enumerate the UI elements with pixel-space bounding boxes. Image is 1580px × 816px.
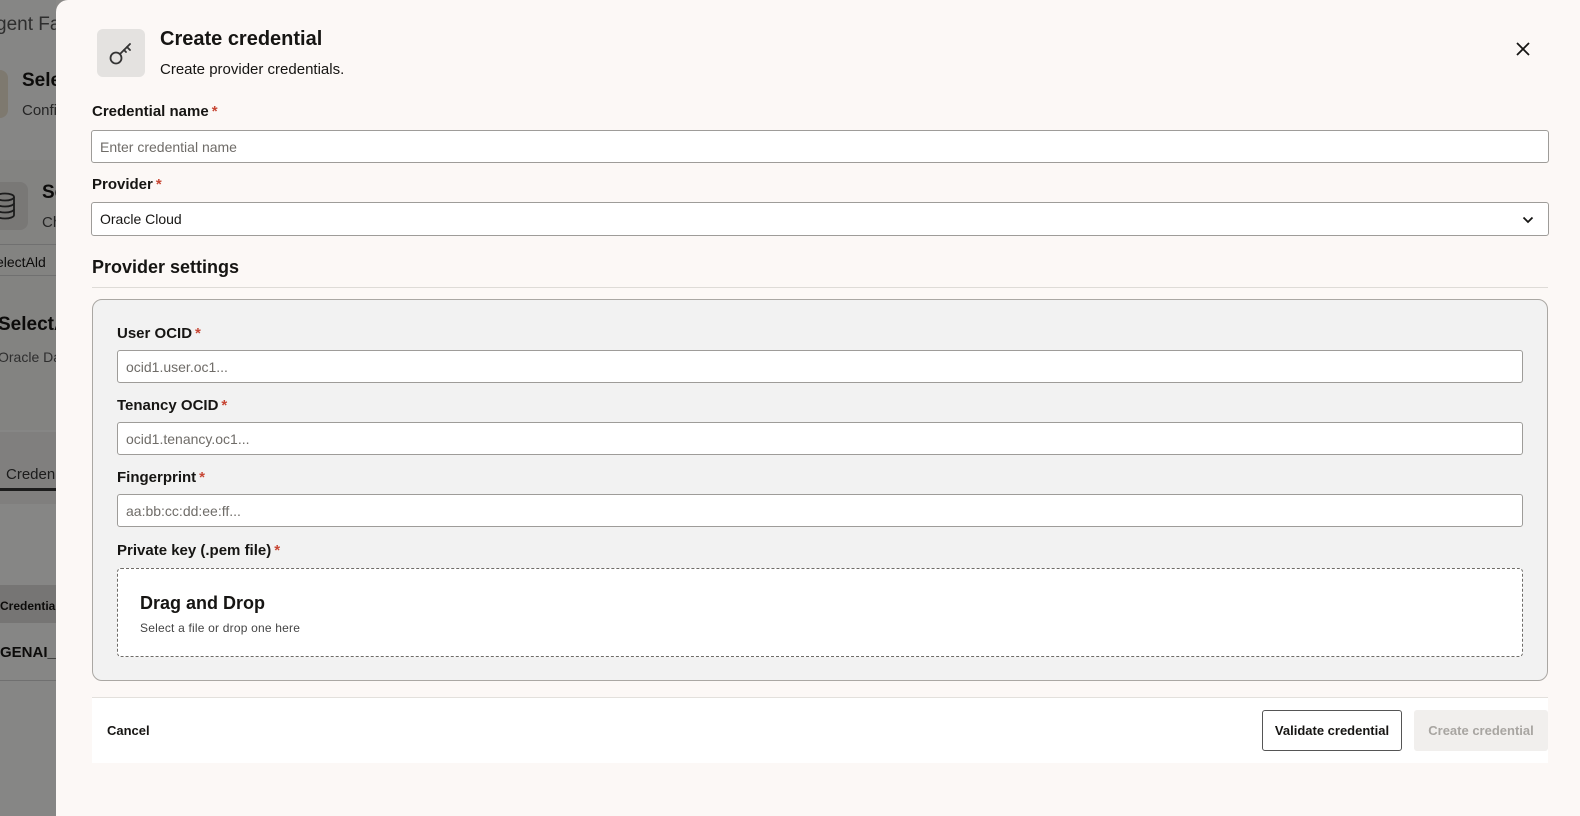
private-key-label-text: Private key (.pem file) [117, 542, 272, 559]
cancel-button[interactable]: Cancel [107, 723, 150, 738]
close-icon [1516, 42, 1530, 56]
validate-credential-button[interactable]: Validate credential [1262, 710, 1402, 751]
required-marker: * [199, 469, 206, 486]
modal-overlay[interactable] [0, 0, 56, 816]
credential-name-label-text: Credential name [92, 103, 209, 120]
dropzone-title: Drag and Drop [140, 593, 266, 613]
tenancy-ocid-input[interactable] [117, 422, 1523, 455]
provider-settings-title: Provider settings [92, 257, 240, 277]
fingerprint-input[interactable] [117, 494, 1523, 527]
tenancy-ocid-label: Tenancy OCID * [117, 397, 227, 414]
user-ocid-label: User OCID * [117, 325, 201, 342]
drawer-subtitle: Create provider credentials. [160, 61, 345, 78]
provider-label: Provider * [92, 176, 162, 193]
drawer-title: Create credential [160, 28, 323, 50]
required-marker: * [195, 325, 201, 342]
key-icon [97, 29, 145, 77]
provider-select[interactable]: Oracle Cloud [91, 202, 1549, 236]
credential-name-input[interactable] [91, 130, 1549, 163]
fingerprint-label-text: Fingerprint [117, 469, 197, 486]
user-ocid-label-text: User OCID [117, 325, 193, 342]
dropzone-subtitle: Select a file or drop one here [140, 621, 301, 635]
private-key-label: Private key (.pem file) * [117, 542, 280, 559]
tenancy-ocid-label-text: Tenancy OCID [117, 397, 219, 414]
section-divider [92, 287, 1548, 288]
provider-settings-panel: User OCID* Tenancy OCID* Fingerprint* Pr… [92, 299, 1548, 681]
background-app: gent Fa Sele Confi Se Ch electAld Select… [0, 0, 56, 816]
provider-selected-value: Oracle Cloud [100, 211, 182, 227]
private-key-dropzone[interactable]: Drag and Drop Select a file or drop one … [117, 568, 1523, 657]
drawer-footer: Cancel Validate credential Create creden… [92, 697, 1548, 763]
chevron-down-icon [1522, 216, 1534, 224]
fingerprint-label: Fingerprint * [117, 469, 205, 486]
provider-label-text: Provider [92, 176, 153, 193]
user-ocid-input[interactable] [117, 350, 1523, 383]
required-marker: * [211, 103, 218, 120]
required-marker: * [274, 542, 281, 559]
create-credential-drawer: Create credential Create provider creden… [56, 0, 1580, 816]
create-credential-button[interactable]: Create credential [1414, 710, 1548, 751]
close-button[interactable] [1510, 36, 1536, 62]
required-marker: * [221, 397, 228, 414]
credential-name-label: Credential name * [92, 103, 218, 120]
required-marker: * [155, 176, 162, 193]
